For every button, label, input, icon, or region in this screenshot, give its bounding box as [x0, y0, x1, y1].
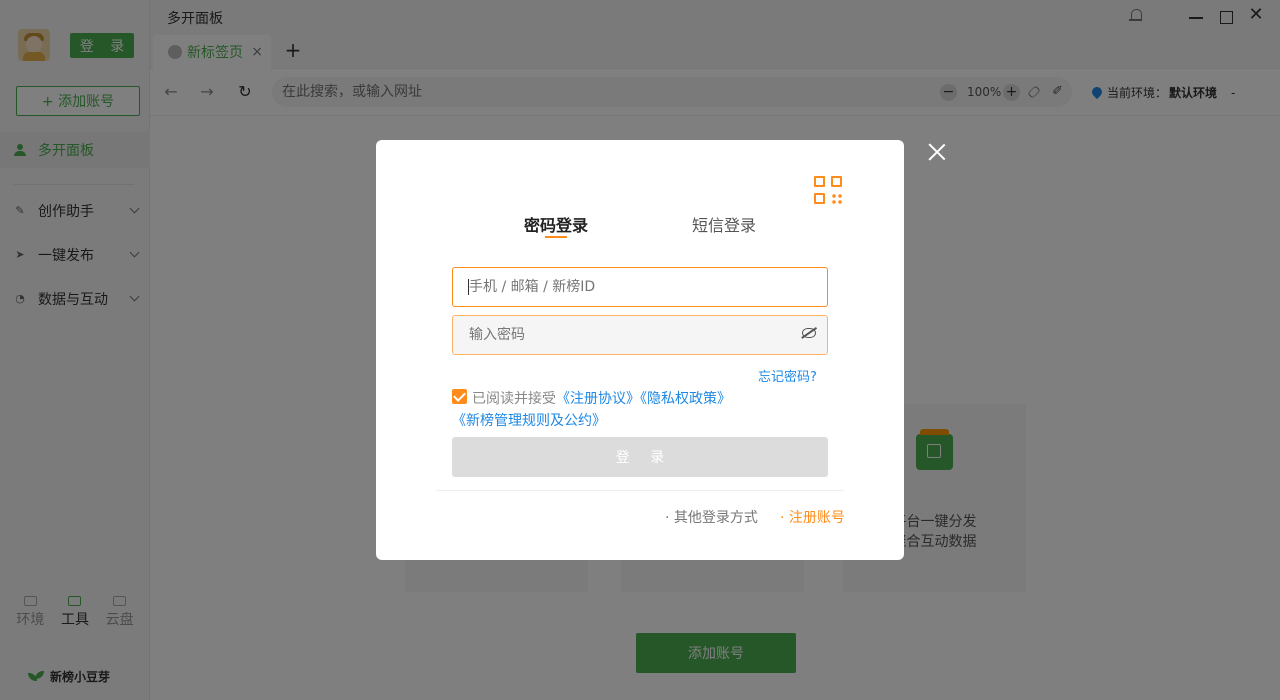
agreement-text: 已阅读并接受《注册协议》《隐私权政策》	[472, 388, 731, 408]
login-tabs: 密码登录 短信登录	[524, 212, 756, 242]
other-login-link[interactable]: · 其他登录方式	[665, 507, 758, 527]
agree-checkbox[interactable]	[452, 389, 467, 404]
forgot-password-link[interactable]: 忘记密码?	[758, 366, 817, 385]
login-submit-button[interactable]: 登 录	[452, 437, 828, 477]
tab-password-login[interactable]: 密码登录	[524, 212, 588, 236]
register-link[interactable]: · 注册账号	[780, 507, 845, 527]
qr-code-icon[interactable]	[814, 176, 844, 206]
active-tab-indicator	[545, 236, 567, 238]
terms-link[interactable]: 《注册协议》	[556, 391, 640, 407]
text-cursor	[468, 279, 469, 295]
rules-link[interactable]: 《新榜管理规则及公约》	[452, 413, 606, 429]
account-input[interactable]	[452, 267, 828, 307]
close-icon[interactable]	[927, 142, 947, 162]
agree-prefix: 已阅读并接受	[472, 391, 556, 407]
agreement-text-line2: 《新榜管理规则及公约》	[452, 410, 606, 430]
divider	[436, 490, 844, 491]
password-input[interactable]	[452, 315, 828, 355]
eye-off-icon[interactable]	[802, 328, 816, 338]
tab-sms-login[interactable]: 短信登录	[692, 212, 756, 236]
privacy-link[interactable]: 《隐私权政策》	[640, 391, 731, 407]
login-modal: 密码登录 短信登录 忘记密码? 已阅读并接受《注册协议》《隐私权政策》 《新榜管…	[376, 140, 904, 560]
